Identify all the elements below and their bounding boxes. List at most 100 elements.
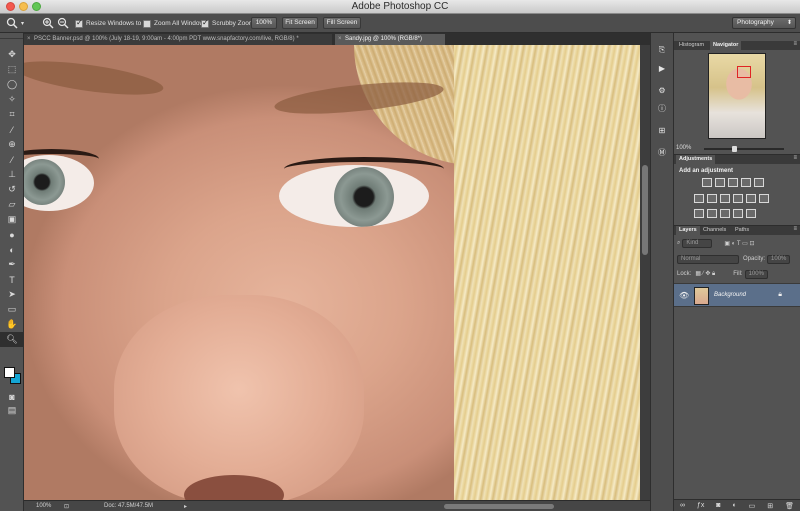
navigator-slider-knob[interactable] [732, 146, 737, 152]
tab-histogram[interactable]: Histogram [676, 41, 707, 50]
layer-filter-icons[interactable]: ▣ ◐ T ▭ ⊡ [724, 240, 754, 247]
info-panel-icon[interactable]: ⓘ [651, 101, 673, 115]
move-tool-icon[interactable]: ✥ [0, 47, 24, 62]
exposure-adjustment-icon[interactable] [741, 178, 751, 187]
vertical-scroll-thumb[interactable] [642, 165, 648, 255]
vibrance-adjustment-icon[interactable] [754, 178, 764, 187]
layer-row-background[interactable]: 👁︎ Background 🔒︎ [674, 283, 800, 307]
tab-channels[interactable]: Channels [700, 226, 729, 235]
levels-adjustment-icon[interactable] [715, 178, 725, 187]
lock-icons[interactable]: ▦ ⁄ ✥ 🔒︎ [695, 270, 715, 278]
tab-pscc-banner[interactable]: × PSCC Banner.psd @ 100% (July 18-19, 9:… [24, 34, 332, 45]
fill-input[interactable]: 100% [744, 269, 768, 279]
opacity-input[interactable]: 100% [767, 254, 791, 264]
link-layers-icon[interactable]: ∞ [680, 502, 685, 509]
tab-adjustments[interactable]: Adjustments [676, 155, 716, 164]
hand-tool-icon[interactable]: ✋ [0, 317, 24, 332]
status-menu-arrow-icon[interactable]: ▸ [184, 503, 187, 510]
navigator-view-box[interactable] [737, 66, 751, 78]
status-zoom[interactable]: 100% [36, 503, 51, 509]
tab-layers[interactable]: Layers [676, 226, 700, 235]
posterize-adjustment-icon[interactable] [707, 209, 717, 218]
zoom-tool-panel-icon[interactable]: 🔍︎ [0, 332, 24, 347]
actions-panel-icon[interactable]: ▶ [651, 61, 673, 75]
tab-close-icon[interactable]: × [338, 34, 342, 45]
tab-close-icon[interactable]: × [27, 34, 31, 45]
rectangle-tool-icon[interactable]: ▭ [0, 302, 24, 317]
scrubby-zoom-option[interactable]: Scrubby Zoom [201, 17, 254, 30]
channel-mixer-adjustment-icon[interactable] [746, 194, 756, 203]
type-tool-icon[interactable]: T [0, 272, 24, 287]
clone-stamp-tool-icon[interactable]: ⊥ [0, 167, 24, 182]
gradient-tool-icon[interactable]: ▣ [0, 212, 24, 227]
black-white-adjustment-icon[interactable] [720, 194, 730, 203]
blur-tool-icon[interactable]: ● [0, 227, 24, 242]
marquee-tool-icon[interactable]: ⬚ [0, 62, 24, 77]
mini-bridge-icon[interactable]: Ⓜ [651, 145, 673, 159]
delete-layer-icon[interactable]: 🗑︎ [785, 502, 794, 510]
zoom-tool-icon[interactable] [6, 17, 18, 29]
properties-panel-icon[interactable]: ⚙ [651, 83, 673, 97]
gradient-map-adjustment-icon[interactable] [733, 209, 743, 218]
selective-color-adjustment-icon[interactable] [746, 209, 756, 218]
horizontal-scroll-thumb[interactable] [444, 504, 554, 509]
tool-preset-dropdown-icon[interactable]: ▾ [21, 17, 24, 30]
new-group-icon[interactable]: ▭ [749, 502, 756, 510]
zoom-100-button[interactable]: 100% [251, 17, 277, 29]
history-panel-icon[interactable]: ⎘ [651, 43, 673, 57]
navigator-zoom-value[interactable]: 100% [676, 145, 691, 151]
tab-sandy[interactable]: × Sandy.jpg @ 100% (RGB/8*) [335, 34, 445, 45]
crop-tool-icon[interactable]: ⌗ [0, 107, 24, 122]
zoom-out-icon[interactable] [57, 17, 69, 29]
healing-brush-tool-icon[interactable]: ⊕ [0, 137, 24, 152]
vertical-scrollbar[interactable] [640, 45, 650, 500]
hue-saturation-adjustment-icon[interactable] [694, 194, 704, 203]
eyedropper-tool-icon[interactable]: ⁄ [0, 122, 24, 137]
history-brush-tool-icon[interactable]: ↺ [0, 182, 24, 197]
quick-mask-icon[interactable]: ◙ [0, 389, 24, 404]
zoom-all-windows-checkbox[interactable] [143, 19, 151, 28]
screen-mode-icon[interactable]: ▤ [0, 403, 24, 418]
panel-menu-icon[interactable]: ≡ [793, 155, 797, 161]
layer-kind-select[interactable]: Kind [682, 238, 713, 248]
brush-tool-icon[interactable]: ⁄ [0, 152, 24, 167]
scrubby-zoom-checkbox[interactable] [201, 18, 209, 28]
tab-navigator[interactable]: Navigator [710, 41, 742, 50]
new-layer-icon[interactable]: ⊞ [767, 502, 773, 510]
curves-adjustment-icon[interactable] [728, 178, 738, 187]
lasso-tool-icon[interactable]: ◯ [0, 77, 24, 92]
tools-panel-grip[interactable] [0, 33, 23, 39]
new-adjustment-icon[interactable]: ◐ [732, 502, 736, 509]
fill-screen-button[interactable]: Fill Screen [323, 17, 361, 29]
tab-paths[interactable]: Paths [732, 226, 752, 235]
layer-name[interactable]: Background [714, 292, 746, 298]
fit-screen-button[interactable]: Fit Screen [282, 17, 318, 29]
visibility-eye-icon[interactable]: 👁︎ [679, 291, 689, 300]
quick-selection-tool-icon[interactable]: ✧ [0, 92, 24, 107]
photo-filter-adjustment-icon[interactable] [733, 194, 743, 203]
resize-windows-option[interactable]: Resize Windows to Fit [75, 17, 150, 30]
status-share-icon[interactable]: ⊡ [64, 503, 69, 510]
resize-windows-checkbox[interactable] [75, 18, 83, 28]
panel-menu-icon[interactable]: ≡ [793, 41, 797, 47]
foreground-color-swatch[interactable] [4, 367, 15, 378]
invert-adjustment-icon[interactable] [694, 209, 704, 218]
color-balance-adjustment-icon[interactable] [707, 194, 717, 203]
dodge-tool-icon[interactable]: ◐ [0, 242, 24, 257]
add-mask-icon[interactable]: ◙ [716, 502, 720, 509]
navigator-zoom-slider[interactable] [704, 146, 784, 152]
zoom-in-icon[interactable] [42, 17, 54, 29]
brightness-adjustment-icon[interactable] [702, 178, 712, 187]
threshold-adjustment-icon[interactable] [720, 209, 730, 218]
color-lookup-adjustment-icon[interactable] [759, 194, 769, 203]
blend-mode-select[interactable]: Normal [677, 254, 739, 264]
workspace-select[interactable]: Photography ⬍ [732, 17, 796, 29]
pen-tool-icon[interactable]: ✒ [0, 257, 24, 272]
panel-menu-icon[interactable]: ≡ [793, 226, 797, 232]
libraries-panel-icon[interactable]: ⊞ [651, 123, 673, 137]
document-canvas[interactable] [24, 45, 640, 500]
eraser-tool-icon[interactable]: ▱ [0, 197, 24, 212]
path-selection-tool-icon[interactable]: ➤ [0, 287, 24, 302]
zoom-all-windows-option[interactable]: Zoom All Windows [143, 17, 207, 30]
layer-style-icon[interactable]: ƒx [697, 502, 704, 509]
